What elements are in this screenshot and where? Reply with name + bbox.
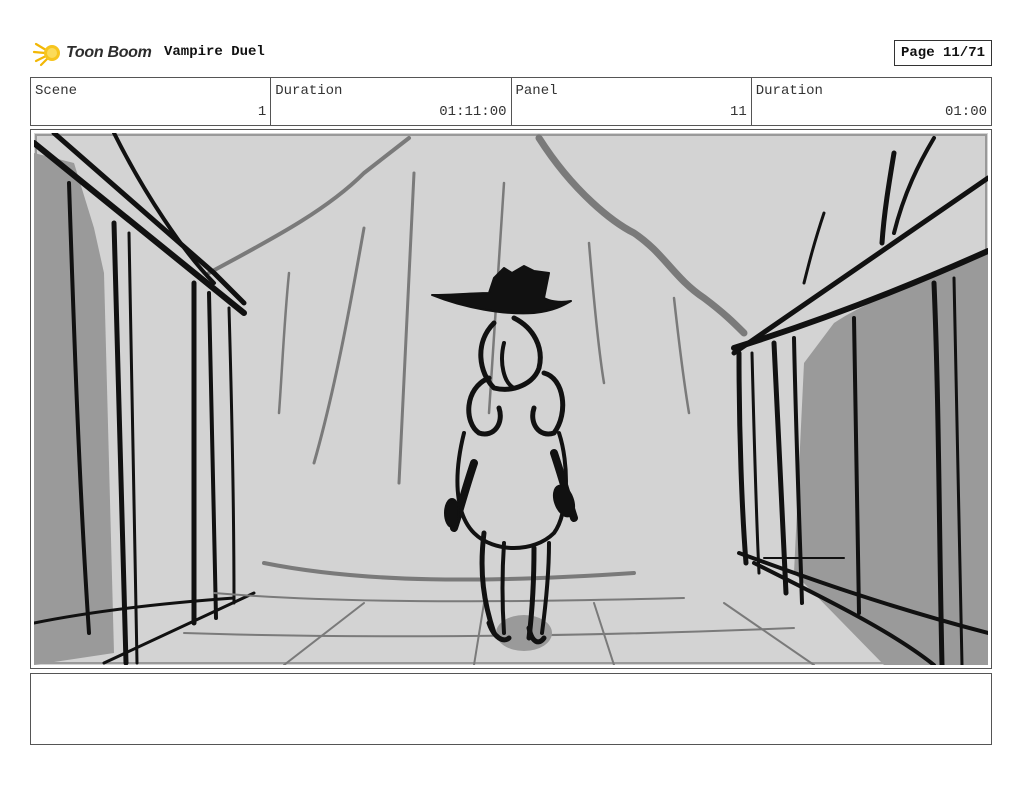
panel-cell: Panel 11 xyxy=(512,78,752,125)
storyboard-panel xyxy=(30,129,992,669)
project-title: Vampire Duel xyxy=(164,44,265,60)
page-header: Toon Boom Vampire Duel Page 11/71 xyxy=(30,38,992,68)
panel-duration-cell: Duration 01:00 xyxy=(752,78,991,125)
panel-duration-label: Duration xyxy=(755,83,823,99)
page-number: Page 11/71 xyxy=(893,40,992,66)
logo-text: Toon Boom xyxy=(66,44,152,61)
panel-label: Panel xyxy=(515,83,558,99)
panel-notes-box xyxy=(30,673,992,745)
scene-label: Scene xyxy=(35,83,78,99)
scene-cell: Scene 1 xyxy=(31,78,272,125)
panel-info-row: Scene 1 Duration 01:11:00 Panel 11 Durat… xyxy=(30,77,992,126)
panel-sketch xyxy=(34,133,988,665)
panel-duration-value: 01:00 xyxy=(944,104,987,120)
scene-duration-value: 01:11:00 xyxy=(439,104,507,120)
scene-duration-label: Duration xyxy=(275,83,343,99)
toon-boom-star-icon xyxy=(32,42,60,67)
scene-duration-cell: Duration 01:11:00 xyxy=(271,78,512,125)
toon-boom-logo: Toon Boom xyxy=(32,38,156,68)
panel-value: 11 xyxy=(729,104,747,120)
scene-value: 1 xyxy=(257,104,267,120)
